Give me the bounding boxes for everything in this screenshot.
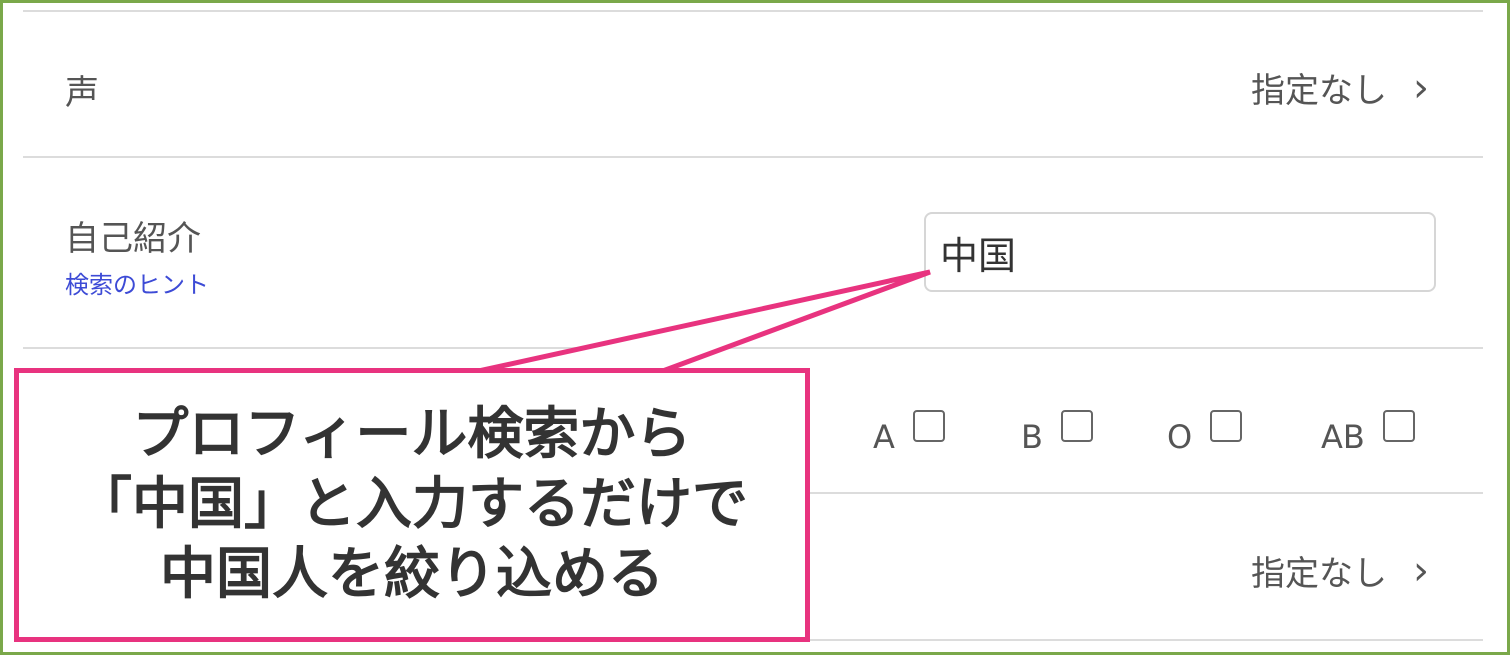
annotation-callout: プロフィール検索から 「中国」と入力するだけで 中国人を絞り込める <box>14 368 810 642</box>
callout-line: 中国人を絞り込める <box>160 542 664 607</box>
callout-pointer-shape <box>473 269 931 375</box>
callout-line: プロフィール検索から <box>132 402 692 467</box>
callout-line: 「中国」と入力するだけで <box>76 472 748 537</box>
